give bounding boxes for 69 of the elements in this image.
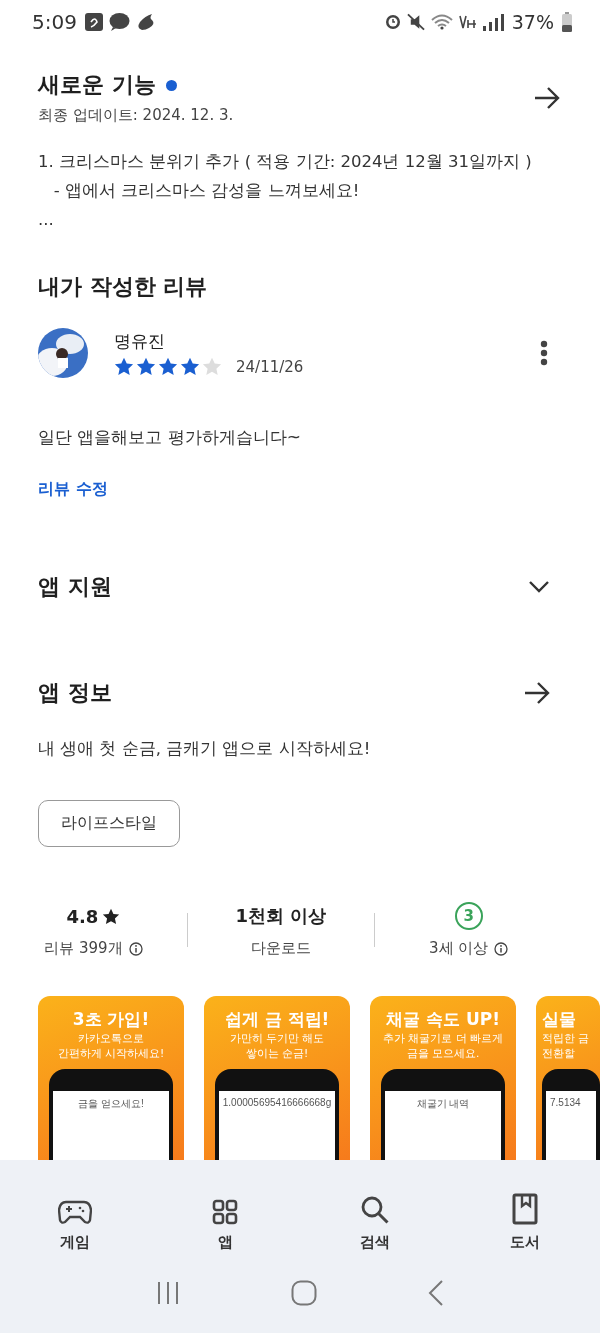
grid-icon [212,1199,238,1225]
screenshot-headline: 쉽게 금 적립! [224,1008,330,1031]
stat-label: 리뷰 399개 [44,939,123,958]
release-note-line: - 앱에서 크리스마스 감성을 느껴보세요! [52,180,361,202]
screenshot-subtitle: 전환할 [542,1046,575,1061]
search-icon [360,1195,390,1225]
screen-text: 1.00005695416666668g [222,1097,332,1108]
stat-label: 다운로드 [251,939,311,958]
stat-value: 4.8 [66,905,99,927]
volte-icon [458,15,477,29]
section-title: 내가 작성한 리뷰 [38,273,209,301]
screenshot-card[interactable]: 3초 가입! 카카오톡으로 간편하게 시작하세요! 금을 얻으세요! [38,996,184,1160]
wifi-icon [430,14,453,30]
screenshot-headline: 채굴 속도 UP! [386,1008,500,1031]
category-chip[interactable]: 라이프스타일 [38,800,180,847]
app-notification-icon [84,13,103,31]
stat-label: 3세 이상 [429,939,489,958]
screenshot-subtitle: 카카오톡으로 [78,1031,144,1046]
nav-tab[interactable]: 게임 [0,1176,150,1252]
review-date: 24/11/26 [236,357,304,376]
screenshot-card[interactable]: 쉽게 금 적립! 가만히 두기만 해도 쌓이는 순금! 1.00005695416666668g [204,996,350,1160]
alarm-icon [384,14,401,30]
star-icon [102,907,121,925]
screenshot-headline: 실물 [542,1008,576,1031]
stat-value: 1천회 이상 [235,904,327,928]
gamepad-icon [58,1199,92,1225]
more-options-icon[interactable] [540,340,548,366]
arrow-right-icon[interactable] [534,86,560,109]
chat-bubble-icon [108,12,130,32]
home-icon[interactable] [291,1279,317,1306]
chevron-icon[interactable] [528,580,550,594]
battery-percent: 37% [511,11,554,33]
screenshot-subtitle: 금을 모으세요. [406,1046,480,1061]
screenshot-subtitle: 가만히 두기만 해도 [229,1031,325,1046]
section-title: 새로운 기능 [38,71,156,99]
screen-text: 7.5134 [550,1097,581,1108]
recent-apps-icon[interactable] [155,1280,180,1305]
mute-icon [406,13,425,31]
screenshot-subtitle: 쌓이는 순금! [245,1046,309,1061]
edit-review-link[interactable]: 리뷰 수정 [38,479,108,500]
review-text: 일단 앱을해보고 평가하게습니다~ [38,426,303,449]
info-icon[interactable] [494,941,509,956]
reviewer-name: 명유진 [114,330,166,353]
book-icon [512,1193,538,1225]
info-icon[interactable] [128,941,143,956]
release-note-line: ... [38,209,55,231]
screenshot-subtitle: 적립한 금 [542,1031,590,1046]
screenshot-card[interactable]: 실물 적립한 금 전환할 7.5134 [536,996,600,1160]
screenshot-headline: 3초 가입! [72,1008,150,1031]
back-icon[interactable] [428,1279,445,1306]
screen-text: 금을 얻으세요! [78,1097,144,1111]
section-title: 앱 정보 [38,679,112,707]
age-rating-badge: 3 [454,902,483,930]
release-note-line: 1. 크리스마스 분위기 추가 ( 적용 기간: 2024년 12월 31일까지 ) [38,151,533,173]
signal-icon [482,13,504,31]
battery-icon [562,12,572,32]
screen-text: 채굴기 내역 [416,1097,470,1111]
section-title: 앱 지원 [38,573,112,601]
app-description: 내 생애 첫 순금, 금캐기 앱으로 시작하세요! [38,738,372,760]
nav-tab[interactable]: 검색 [300,1176,450,1252]
update-date: 최종 업데이트: 2024. 12. 3. [38,106,234,125]
nav-tab[interactable]: 도서 [450,1176,600,1252]
avatar [38,328,88,378]
screenshot-subtitle: 간편하게 시작하세요! [57,1046,165,1061]
screenshot-card[interactable]: 채굴 속도 UP! 추가 채굴기로 더 빠르게 금을 모으세요. 채굴기 내역 [370,996,516,1160]
arrow-right-icon[interactable] [524,682,550,704]
nav-tab[interactable]: 앱 [150,1176,300,1252]
screenshot-subtitle: 추가 채굴기로 더 빠르게 [383,1031,503,1046]
status-time: 5:09 [32,10,77,34]
